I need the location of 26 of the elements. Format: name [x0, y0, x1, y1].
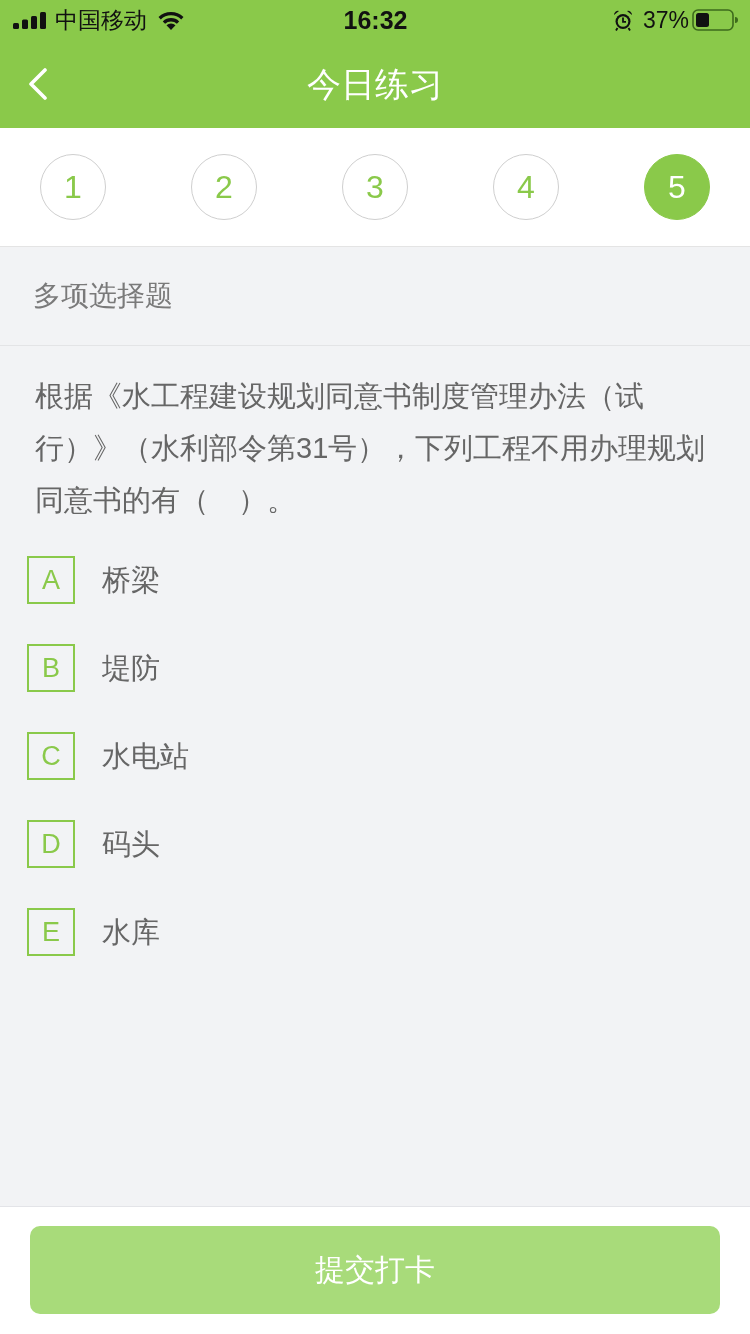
option-text[interactable]: 码头 — [102, 826, 160, 862]
battery-percent: 37% — [642, 6, 689, 34]
back-chevron-icon[interactable] — [28, 68, 48, 100]
question-type-label: 多项选择题 — [33, 279, 173, 313]
wifi-icon — [157, 10, 185, 30]
question-number-tab[interactable]: 5 — [644, 154, 710, 220]
carrier-name: 中国移动 — [55, 6, 147, 34]
status-time: 16:32 — [343, 5, 408, 35]
battery-icon — [692, 9, 738, 31]
option-text[interactable]: 水电站 — [102, 738, 189, 774]
page-title: 今日练习 — [307, 64, 443, 104]
option-checkbox[interactable]: A — [27, 556, 75, 604]
option-text[interactable]: 堤防 — [102, 650, 160, 686]
option-checkbox[interactable]: E — [27, 908, 75, 956]
signal-icon — [13, 11, 47, 29]
alarm-clock-icon — [612, 9, 633, 31]
question-text: 根据《水工程建设规划同意书制度管理办法（试行）》（水利部令第31号），下列工程不用办理规划同意书的有（ ）。 — [35, 379, 707, 518]
question-number-tab[interactable]: 2 — [191, 154, 257, 220]
question-number-tab[interactable]: 1 — [40, 154, 106, 220]
question-number-tab[interactable]: 4 — [493, 154, 559, 220]
option-checkbox[interactable]: D — [27, 820, 75, 868]
option-checkbox[interactable]: B — [27, 644, 75, 692]
option-text[interactable]: 桥梁 — [102, 562, 160, 598]
option-checkbox[interactable]: C — [27, 732, 75, 780]
option-text[interactable]: 水库 — [102, 914, 160, 950]
question-number-tab[interactable]: 3 — [342, 154, 408, 220]
